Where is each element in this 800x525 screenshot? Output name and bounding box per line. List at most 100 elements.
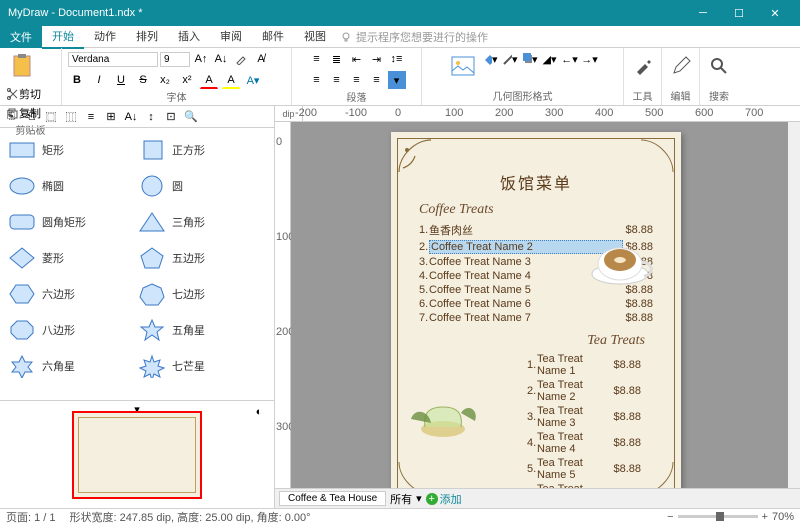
shape-preview-icon (8, 138, 36, 162)
strike-button[interactable]: S (134, 71, 152, 89)
lp-icon[interactable]: ⎗ (22, 108, 40, 126)
shape-label: 三角形 (172, 214, 205, 230)
menu-tab-2[interactable]: 排列 (126, 25, 168, 49)
page-thumbnail[interactable] (72, 411, 202, 499)
align-left-button[interactable]: ≡ (308, 71, 326, 89)
shape-item[interactable]: 圆 (134, 168, 264, 204)
shape-preview-icon (8, 210, 36, 234)
shape-item[interactable]: 圆角矩形 (4, 204, 134, 240)
lp-icon[interactable]: ⊡ (162, 108, 180, 126)
menu-tab-1[interactable]: 动作 (84, 25, 126, 49)
subscript-button[interactable]: x₂ (156, 71, 174, 89)
menu-tab-6[interactable]: 视图 (294, 25, 336, 49)
all-dropdown[interactable]: 所有 (390, 491, 412, 507)
shape-status: 形状宽度: 247.85 dip, 高度: 25.00 dip, 角度: 0.0… (70, 509, 311, 525)
shape-item[interactable]: 五角星 (134, 312, 264, 348)
eyedropper-icon[interactable] (232, 50, 250, 68)
page-tab-bar: Coffee & Tea House 所有▾ +添加 (275, 488, 800, 508)
shape-label: 七边形 (172, 286, 205, 302)
shape-item[interactable]: 六边形 (4, 276, 134, 312)
bullets-button[interactable]: ≡ (308, 50, 326, 68)
shape-preview-icon (8, 354, 36, 378)
tools-group-label: 工具 (630, 88, 655, 103)
shape-item[interactable]: 七芒星 (134, 348, 264, 384)
indent-button[interactable]: ⇥ (368, 50, 386, 68)
arrow-start-button[interactable]: ←▾ (561, 50, 579, 68)
titlebar: MyDraw - Document1.ndx * ─ ☐ ✕ (0, 0, 800, 26)
lp-icon[interactable]: ⊞ (102, 108, 120, 126)
insert-image-button[interactable] (447, 50, 479, 82)
fill-button[interactable]: ▾ (481, 50, 499, 68)
lp-icon[interactable]: ⿴ (42, 108, 60, 126)
file-menu[interactable]: 文件 (0, 26, 42, 48)
shape-item[interactable]: 六角星 (4, 348, 134, 384)
add-page-button[interactable]: +添加 (426, 491, 462, 507)
lp-icon[interactable]: ⎘ (2, 108, 20, 126)
menu-tab-0[interactable]: 开始 (42, 25, 84, 49)
shape-item[interactable]: 椭圆 (4, 168, 134, 204)
lp-icon[interactable]: A↓ (122, 108, 140, 126)
page-tab[interactable]: Coffee & Tea House (279, 491, 386, 506)
lp-icon[interactable]: ≡ (82, 108, 100, 126)
italic-button[interactable]: I (90, 71, 108, 89)
edit-button[interactable] (668, 50, 693, 82)
text-effects-button[interactable]: A▾ (244, 71, 262, 89)
font-size-select[interactable] (160, 52, 190, 67)
lp-icon[interactable]: ↕ (142, 108, 160, 126)
superscript-button[interactable]: x² (178, 71, 196, 89)
increase-font-icon[interactable]: A↑ (192, 50, 210, 68)
shape-item[interactable]: 矩形 (4, 132, 134, 168)
shape-label: 矩形 (42, 142, 64, 158)
shape-label: 五边形 (172, 250, 205, 266)
shape-label: 正方形 (172, 142, 205, 158)
search-button[interactable] (706, 50, 732, 82)
bold-button[interactable]: B (68, 71, 86, 89)
outdent-button[interactable]: ⇤ (348, 50, 366, 68)
shape-item[interactable]: 三角形 (134, 204, 264, 240)
maximize-button[interactable]: ☐ (722, 0, 756, 26)
shape-item[interactable]: 菱形 (4, 240, 134, 276)
paste-button[interactable] (6, 50, 38, 82)
line-spacing-button[interactable]: ↕≡ (388, 50, 406, 68)
status-bar: 页面: 1 / 1 形状宽度: 247.85 dip, 高度: 25.00 di… (0, 508, 800, 524)
menu-tab-4[interactable]: 审阅 (210, 25, 252, 49)
line-button[interactable]: ▾ (501, 50, 519, 68)
vertical-scrollbar[interactable] (788, 122, 800, 488)
arrow-end-button[interactable]: →▾ (581, 50, 599, 68)
highlight-button[interactable]: A (222, 71, 240, 89)
corner-button[interactable]: ◢▾ (541, 50, 559, 68)
shading-button[interactable]: ▾ (388, 71, 406, 89)
close-button[interactable]: ✕ (758, 0, 792, 26)
shape-item[interactable]: 五边形 (134, 240, 264, 276)
align-center-button[interactable]: ≡ (328, 71, 346, 89)
decrease-font-icon[interactable]: A↓ (212, 50, 230, 68)
justify-button[interactable]: ≡ (368, 71, 386, 89)
numbering-button[interactable]: ≣ (328, 50, 346, 68)
lp-icon[interactable]: ⿲ (62, 108, 80, 126)
underline-button[interactable]: U (112, 71, 130, 89)
clear-format-icon[interactable]: A̸ (252, 50, 270, 68)
shape-item[interactable]: 八边形 (4, 312, 134, 348)
minimize-button[interactable]: ─ (686, 0, 720, 26)
zoom-out-button[interactable]: − (667, 511, 673, 523)
shadow-button[interactable]: ▾ (521, 50, 539, 68)
zoom-slider[interactable] (678, 515, 758, 518)
canvas-viewport[interactable]: 饭馆菜单 Coffee Treats 1.鱼香肉丝$8.882.Coffee T… (291, 122, 800, 488)
ornament-icon (639, 138, 675, 174)
menu-tab-3[interactable]: 插入 (168, 25, 210, 49)
cut-button[interactable]: 剪切 (6, 85, 42, 103)
shape-item[interactable]: 正方形 (134, 132, 264, 168)
tools-button[interactable] (630, 50, 655, 82)
color-indicator-icon[interactable]: ◐ (250, 403, 268, 421)
menu-tab-5[interactable]: 邮件 (252, 25, 294, 49)
shape-label: 八边形 (42, 322, 75, 338)
lp-search-icon[interactable]: 🔍 (182, 108, 200, 126)
tell-me-search[interactable]: 提示程序您想要进行的操作 (340, 29, 800, 45)
document-page[interactable]: 饭馆菜单 Coffee Treats 1.鱼香肉丝$8.882.Coffee T… (391, 132, 681, 488)
font-family-select[interactable] (68, 52, 158, 67)
zoom-in-button[interactable]: + (762, 511, 768, 523)
align-right-button[interactable]: ≡ (348, 71, 366, 89)
shape-label: 七芒星 (172, 358, 205, 374)
shape-item[interactable]: 七边形 (134, 276, 264, 312)
font-color-button[interactable]: A (200, 71, 218, 89)
